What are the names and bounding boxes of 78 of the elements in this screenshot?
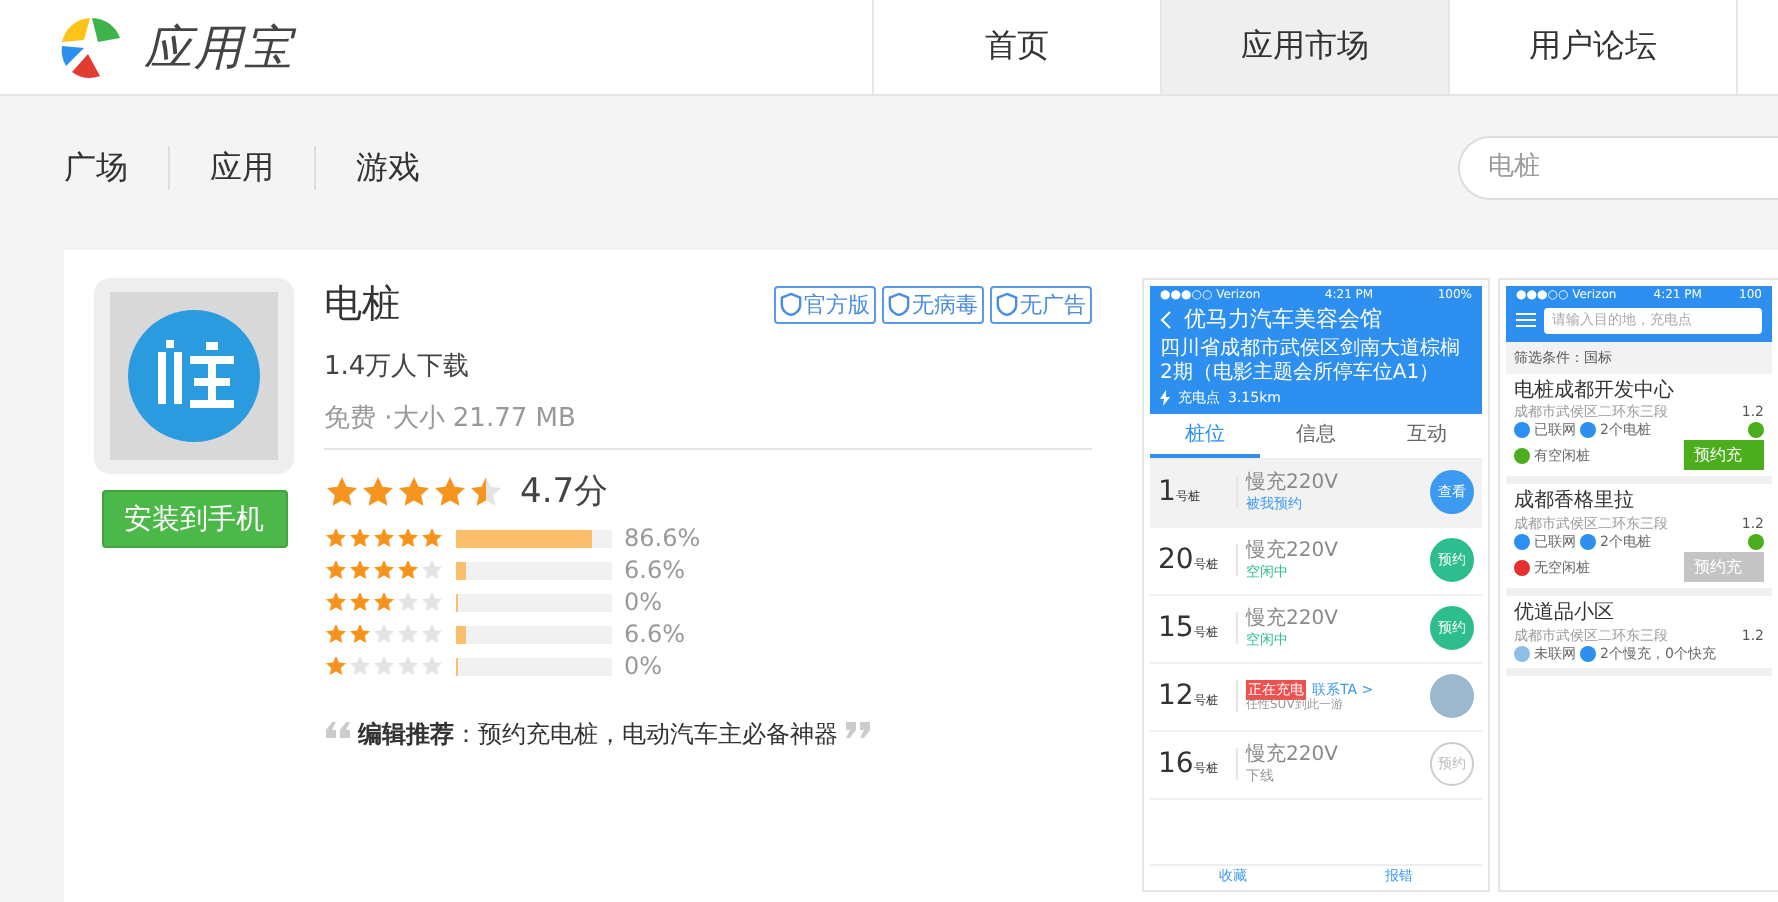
star-icon — [348, 558, 372, 582]
star-icon — [324, 654, 348, 678]
download-count: 1.4万人下载 — [324, 350, 472, 384]
quote-icon — [844, 720, 872, 740]
star-icon — [432, 473, 468, 509]
star-icon — [360, 473, 396, 509]
safety-badge: 无广告 — [990, 285, 1092, 323]
rating-score: 4.7分 — [520, 470, 609, 514]
star-icon — [324, 526, 348, 550]
star-icon — [396, 473, 432, 509]
star-icon — [420, 590, 444, 614]
star-icon — [372, 622, 396, 646]
category-link[interactable]: 广场 — [64, 145, 168, 189]
star-icon — [420, 526, 444, 550]
editor-pick-text: 编辑推荐：预约充电桩，电动汽车主必备神器 — [358, 718, 838, 752]
quote-icon — [324, 720, 352, 740]
star-icon — [396, 558, 420, 582]
category-link[interactable]: 应用 — [168, 145, 314, 189]
star-icon — [396, 622, 420, 646]
pile-type: 慢充220V — [1246, 608, 1340, 632]
station-name: 优道品小区 — [1514, 602, 1616, 626]
lightning-icon — [1160, 389, 1170, 406]
reserve-button[interactable]: 预约充 — [1684, 440, 1764, 471]
station-address: 四川省成都市武侯区剑南大道棕榈2期（电影主题会所停车位A1） — [1160, 337, 1462, 386]
logo-text: 应用宝 — [144, 17, 294, 79]
safety-badge: 官方版 — [774, 285, 876, 323]
star-icon — [372, 654, 396, 678]
rating-percent: 0% — [624, 588, 663, 616]
star-icon — [396, 526, 420, 550]
star-icon — [420, 622, 444, 646]
star-icon — [348, 590, 372, 614]
pile-type: 慢充220V — [1246, 540, 1340, 564]
pile-number: 1 — [1158, 476, 1176, 509]
star-icon — [468, 473, 504, 509]
star-icon — [324, 590, 348, 614]
reserve-button[interactable]: 预约充 — [1684, 552, 1764, 583]
rating-percent: 0% — [624, 652, 663, 680]
tab[interactable]: 互动 — [1371, 413, 1482, 458]
pile-type: 慢充220V — [1246, 472, 1340, 496]
star-icon — [420, 558, 444, 582]
rating-percent: 6.6% — [624, 556, 685, 584]
rating-percent: 6.6% — [624, 620, 685, 648]
star-icon — [324, 473, 360, 509]
star-icon — [324, 622, 348, 646]
star-icon — [372, 526, 396, 550]
star-icon — [348, 654, 372, 678]
pile-number: 20 — [1158, 544, 1194, 577]
search-field[interactable]: 电桩 — [1458, 135, 1778, 199]
star-icon — [372, 558, 396, 582]
star-icon — [396, 654, 420, 678]
station-title: 优马力汽车美容会馆 — [1184, 307, 1382, 334]
pile-type: 慢充220V — [1246, 744, 1340, 768]
price-size-text: 免费 ·大小 21.77 MB — [324, 400, 1092, 450]
category-link[interactable]: 游戏 — [314, 145, 460, 189]
menu-icon — [1516, 312, 1536, 329]
star-icon — [348, 526, 372, 550]
station-name: 电桩成都开发中心 — [1514, 379, 1676, 403]
back-icon — [1160, 310, 1172, 331]
shield-icon — [996, 292, 1018, 316]
pile-number: 12 — [1158, 680, 1194, 713]
safety-badge: 无病毒 — [882, 285, 984, 323]
nav-link[interactable]: 应用市场 — [1160, 0, 1448, 94]
star-icon — [420, 654, 444, 678]
star-icon — [324, 558, 348, 582]
shield-icon — [780, 292, 802, 316]
shield-icon — [888, 292, 910, 316]
avatar-placeholder — [1430, 674, 1474, 719]
app-name: 电桩 — [324, 280, 400, 330]
star-icon — [372, 590, 396, 614]
install-button[interactable]: 安装到手机 — [101, 490, 287, 548]
rating-percent: 86.6% — [624, 524, 701, 552]
star-icon — [348, 622, 372, 646]
star-icon — [396, 590, 420, 614]
pile-number: 15 — [1158, 612, 1194, 645]
app-icon — [110, 292, 278, 460]
station-name: 成都香格里拉 — [1514, 490, 1636, 514]
tab[interactable]: 信息 — [1260, 413, 1372, 458]
pile-number: 16 — [1158, 748, 1194, 781]
